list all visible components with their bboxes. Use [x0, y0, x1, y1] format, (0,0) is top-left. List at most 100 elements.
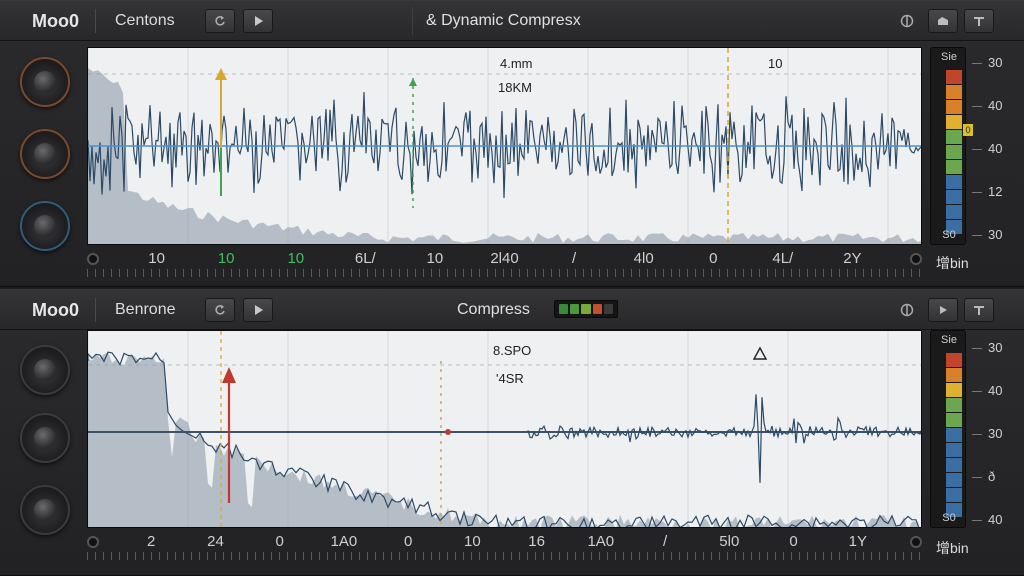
gain-label: 增bin: [936, 540, 969, 556]
waveform-line: [88, 92, 921, 199]
timeline-label: 0: [404, 533, 413, 550]
loop-icon: [215, 16, 225, 26]
meter-footer: S0: [942, 229, 956, 241]
meter-segment: [946, 443, 962, 457]
scale-tick: [972, 149, 982, 150]
compressor-panel-bottom: Moo0 Benrone Compress 8.SPO '4SR 2 24 0 …: [0, 289, 1024, 576]
meter-segment: [946, 160, 962, 174]
timeline-label: 10: [287, 250, 305, 267]
preset-name[interactable]: Centons: [115, 12, 175, 30]
attack-marker-head: [222, 367, 236, 383]
meter-segment: [946, 458, 962, 472]
ratio-knob[interactable]: [20, 129, 70, 179]
meter-segment: [946, 413, 962, 427]
timeline-label: 24: [207, 533, 224, 550]
waveform-display[interactable]: 4.mm 18KM 10: [87, 47, 922, 245]
scale-tick: [972, 348, 982, 349]
scale-label: 40: [988, 141, 1003, 156]
waveform-display[interactable]: 8.SPO '4SR: [87, 330, 922, 528]
brand-logo: Moo0: [32, 11, 79, 31]
meter-segment: [946, 368, 962, 382]
timeline-ruler[interactable]: 2 24 0 1A0 0 10 16 1A0 / 5l0 0 1Y: [87, 530, 922, 564]
waveform-graph: [88, 48, 921, 244]
timeline-label: /: [572, 250, 577, 267]
level-meter: Sie 0 S0: [930, 47, 973, 245]
timeline-scroll-handle[interactable]: [87, 253, 99, 265]
warning-icon: [752, 346, 768, 360]
ruler-ticks: [87, 269, 922, 277]
bypass-button[interactable]: [894, 9, 920, 33]
play-button[interactable]: [243, 298, 273, 322]
mini-meter-segment: [570, 304, 580, 314]
meter-segment: [946, 473, 962, 487]
meter-segment: [946, 100, 962, 114]
meter-segment: [946, 175, 962, 189]
panel-header: Moo0 Benrone Compress: [0, 290, 1024, 330]
timeline-label: 10: [148, 250, 165, 267]
scale-label: ð: [988, 469, 996, 484]
makeup-gain-knob[interactable]: [20, 485, 70, 535]
release-point: [445, 429, 451, 435]
plugin-title: Compress: [457, 301, 530, 318]
display-label: 18KM: [498, 80, 532, 95]
timeline-scroll-handle[interactable]: [910, 253, 922, 265]
loop-button[interactable]: [205, 298, 235, 322]
mini-meter-segment: [581, 304, 591, 314]
ratio-knob[interactable]: [20, 413, 70, 463]
timeline-ruler[interactable]: 10 10 10 6L/10 2l40 / 4l0 0 4L/2Y: [87, 247, 922, 281]
bypass-button[interactable]: [894, 298, 920, 322]
timeline-label: 10: [426, 250, 444, 267]
timeline-label: 6L/: [354, 250, 376, 267]
snapshot-button[interactable]: [928, 9, 958, 33]
scale-label: 30: [988, 426, 1003, 441]
meter-segment: [946, 115, 962, 129]
timeline-label: 4l0: [633, 250, 654, 267]
scale-tick: [972, 391, 982, 392]
makeup-gain-knob[interactable]: [20, 201, 70, 251]
meter-segment: [946, 398, 962, 412]
timeline-label: 0: [709, 250, 718, 267]
timeline-label: 1Y: [848, 533, 867, 550]
mini-meter-segment: [603, 304, 614, 314]
scale-tick: [972, 235, 982, 236]
scale-label: 40: [988, 512, 1003, 527]
play-preview-button[interactable]: [928, 298, 958, 322]
timeline-scroll-handle[interactable]: [910, 536, 922, 548]
menu-button[interactable]: [964, 298, 994, 322]
divider: [412, 7, 413, 35]
timeline-label: 10: [464, 533, 481, 550]
level-meter: Sie S0: [930, 330, 966, 528]
play-button[interactable]: [243, 9, 273, 33]
mini-meter-segment: [559, 304, 569, 314]
menu-button[interactable]: [964, 9, 994, 33]
loop-icon: [215, 305, 225, 315]
loop-button[interactable]: [205, 9, 235, 33]
threshold-knob[interactable]: [20, 57, 70, 107]
display-label: 8.SPO: [493, 343, 532, 358]
meter-segment: [946, 145, 962, 159]
meter-segment: [946, 70, 962, 84]
scale-label: 30: [988, 340, 1003, 355]
waveform-line: [527, 394, 921, 483]
mini-meter-segment: [592, 304, 602, 314]
meter-footer: S0: [942, 512, 956, 524]
timeline-label: 2: [147, 533, 156, 550]
timeline-label: 4L/: [772, 250, 794, 267]
brand-logo: Moo0: [32, 300, 79, 320]
meter-level-marker: 0: [963, 124, 973, 136]
preset-name[interactable]: Benrone: [115, 301, 176, 319]
scale-tick: [972, 520, 982, 521]
scale-label: 40: [988, 98, 1003, 113]
bypass-icon: [900, 303, 914, 317]
timeline-scroll-handle[interactable]: [87, 536, 99, 548]
play-icon: [255, 16, 263, 26]
mini-level-meter: [554, 300, 618, 318]
timeline-label: 0: [789, 533, 798, 550]
display-label: '4SR: [496, 371, 524, 386]
timeline-label: 5l0: [719, 533, 740, 550]
play-icon: [255, 305, 263, 315]
timeline-label: 1A0: [330, 533, 358, 550]
panel-header: Moo0 Centons & Dynamic Compresx: [0, 1, 1024, 41]
display-label: 10: [768, 56, 783, 71]
threshold-knob[interactable]: [20, 345, 70, 395]
